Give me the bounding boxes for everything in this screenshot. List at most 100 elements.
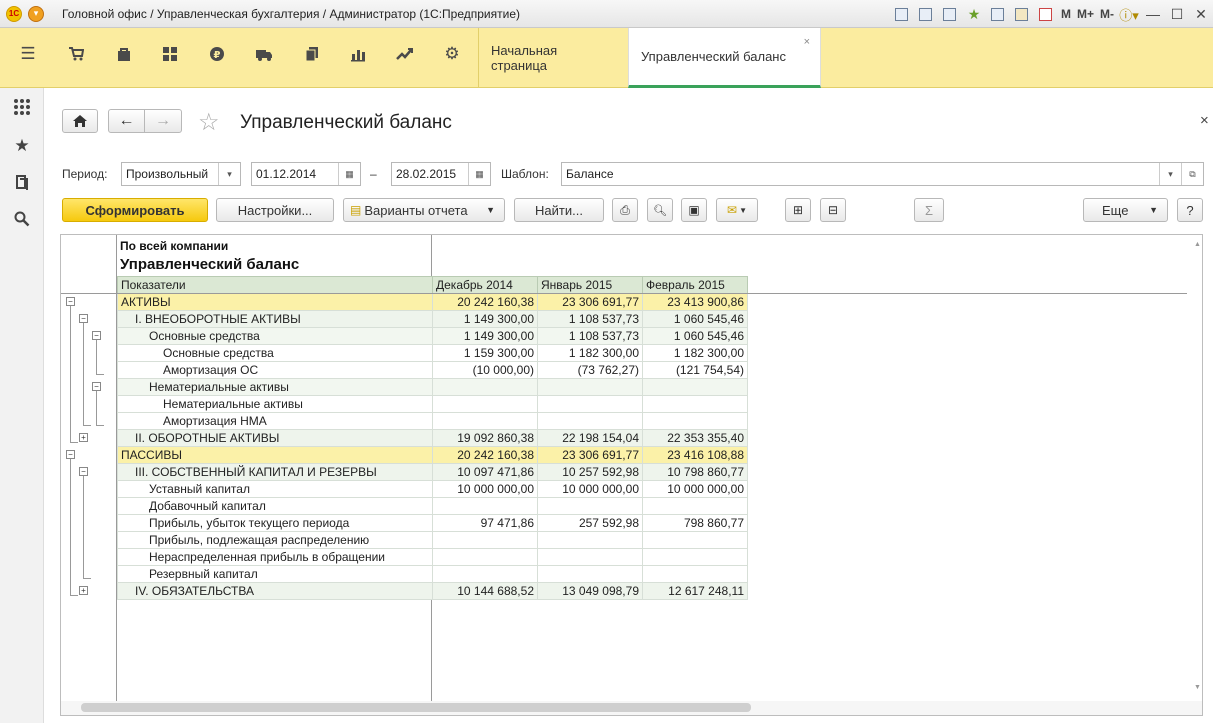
- table-row[interactable]: Прибыль, убыток текущего периода 97 471,8…: [117, 514, 748, 532]
- table-row[interactable]: III. СОБСТВЕННЫЙ КАПИТАЛ И РЕЗЕРВЫ 10 097…: [117, 463, 748, 481]
- home-button[interactable]: [62, 109, 98, 133]
- memory-button[interactable]: M: [1061, 7, 1071, 21]
- collapse-group-icon[interactable]: −: [92, 382, 101, 391]
- print-icon[interactable]: [916, 4, 936, 24]
- row-value: 1 149 300,00: [432, 327, 538, 345]
- menu-icon[interactable]: ☰: [16, 42, 40, 66]
- truck-icon[interactable]: [252, 42, 276, 66]
- tab-close-icon[interactable]: ×: [804, 36, 810, 48]
- svg-text:₽: ₽: [214, 50, 221, 61]
- collapse-group-icon[interactable]: −: [92, 331, 101, 340]
- search-icon[interactable]: [11, 208, 33, 230]
- scroll-up-icon[interactable]: ▲: [1194, 241, 1201, 248]
- print-button[interactable]: ⎙: [612, 198, 638, 222]
- generate-button[interactable]: Сформировать: [62, 198, 208, 222]
- dropdown-arrow-icon[interactable]: ▾: [1159, 163, 1181, 185]
- row-value: [642, 497, 748, 515]
- bag-icon[interactable]: [112, 42, 136, 66]
- open-icon[interactable]: ⧉: [1181, 163, 1203, 185]
- collapse-group-icon[interactable]: −: [79, 467, 88, 476]
- main-menu-icon[interactable]: ▾: [28, 5, 44, 22]
- table-row[interactable]: Прибыль, подлежащая распределению: [117, 531, 748, 549]
- expand-icon: ⊞: [792, 203, 804, 217]
- table-row[interactable]: IV. ОБЯЗАТЕЛЬСТВА 10 144 688,52 13 049 098…: [117, 582, 748, 600]
- find-button[interactable]: Найти...: [514, 198, 604, 222]
- table-row[interactable]: ПАССИВЫ 20 242 160,38 23 306 691,77 23 416 …: [117, 446, 748, 464]
- apps-icon[interactable]: [11, 96, 33, 118]
- dropdown-arrow-icon[interactable]: ▾: [218, 163, 240, 185]
- save-icon[interactable]: [892, 4, 912, 24]
- table-row[interactable]: Амортизация ОС (10 000,00) (73 762,27) (121…: [117, 361, 748, 379]
- preview-icon[interactable]: [940, 4, 960, 24]
- table-row[interactable]: Нераспределенная прибыль в обращении: [117, 548, 748, 566]
- page-title: Управленческий баланс: [240, 112, 452, 133]
- documents-icon[interactable]: [300, 42, 324, 66]
- favorite-star-icon[interactable]: ☆: [198, 108, 220, 137]
- calendar-icon[interactable]: ▦: [338, 163, 360, 185]
- send-mail-button[interactable]: ✉ ▼: [716, 198, 758, 222]
- maximize-icon[interactable]: ☐: [1165, 4, 1189, 24]
- grid-icon[interactable]: [158, 42, 182, 66]
- table-row[interactable]: Резервный капитал: [117, 565, 748, 583]
- table-row[interactable]: Добавочный капитал: [117, 497, 748, 515]
- info-icon[interactable]: ⓘ▾: [1119, 4, 1139, 24]
- preview-button[interactable]: 🔍︎: [647, 198, 673, 222]
- more-button[interactable]: Еще ▼: [1083, 198, 1168, 222]
- history-icon[interactable]: [11, 171, 33, 193]
- table-row[interactable]: II. ОБОРОТНЫЕ АКТИВЫ 19 092 860,38 22 198 …: [117, 429, 748, 447]
- favorites-icon[interactable]: ★: [964, 4, 984, 24]
- ruble-icon[interactable]: ₽: [205, 42, 229, 66]
- collapse-group-icon[interactable]: −: [79, 314, 88, 323]
- period-type-select[interactable]: Произвольный ▾: [121, 162, 241, 186]
- collapse-groups-button[interactable]: ⊟: [820, 198, 846, 222]
- report-variants-button[interactable]: ▤ Варианты отчета ▼: [343, 198, 505, 222]
- form-close-icon[interactable]: ×: [1200, 112, 1209, 129]
- back-button[interactable]: ←: [108, 109, 145, 133]
- scroll-down-icon[interactable]: ▼: [1194, 684, 1201, 691]
- forward-button[interactable]: →: [144, 109, 182, 133]
- memory-plus-button[interactable]: M+: [1077, 7, 1094, 21]
- collapse-group-icon[interactable]: −: [66, 297, 75, 306]
- period-type-value: Произвольный: [126, 167, 209, 181]
- date-to-field[interactable]: 28.02.2015 ▦: [391, 162, 491, 186]
- collapse-group-icon[interactable]: −: [66, 450, 75, 459]
- table-row[interactable]: Основные средства 1 159 300,00 1 182 300,0…: [117, 344, 748, 362]
- bar-chart-icon[interactable]: [346, 42, 370, 66]
- calculator-icon[interactable]: [1012, 4, 1032, 24]
- trend-icon[interactable]: [393, 42, 417, 66]
- cart-icon[interactable]: [64, 42, 88, 66]
- row-value: [642, 378, 748, 396]
- app-logo-icon[interactable]: 1С: [6, 5, 22, 22]
- sum-button[interactable]: Σ: [914, 198, 944, 222]
- close-window-icon[interactable]: ✕: [1189, 4, 1213, 24]
- calendar-icon[interactable]: [1036, 4, 1056, 24]
- tab-management-balance[interactable]: Управленческий баланс ×: [628, 28, 821, 88]
- table-row[interactable]: I. ВНЕОБОРОТНЫЕ АКТИВЫ 1 149 300,00 1 108 …: [117, 310, 748, 328]
- row-value: [537, 548, 643, 566]
- table-row[interactable]: Нематериальные активы: [117, 395, 748, 413]
- help-button[interactable]: ?: [1177, 198, 1203, 222]
- link-icon[interactable]: [988, 4, 1008, 24]
- tab-home[interactable]: Начальная страница: [478, 28, 628, 88]
- table-row[interactable]: АКТИВЫ 20 242 160,38 23 306 691,77 23 413 9…: [117, 293, 748, 311]
- report-spreadsheet[interactable]: По всей компании Управленческий баланс П…: [60, 234, 1203, 716]
- expand-group-icon[interactable]: +: [79, 433, 88, 442]
- row-label: II. ОБОРОТНЫЕ АКТИВЫ: [117, 429, 433, 447]
- settings-button[interactable]: Настройки...: [216, 198, 334, 222]
- table-row[interactable]: Нематериальные активы: [117, 378, 748, 396]
- minimize-icon[interactable]: —: [1141, 4, 1165, 24]
- table-row[interactable]: Основные средства 1 149 300,00 1 108 537,7…: [117, 327, 748, 345]
- expand-group-icon[interactable]: +: [79, 586, 88, 595]
- vertical-scrollbar[interactable]: ▲ ▼: [1194, 241, 1201, 691]
- expand-groups-button[interactable]: ⊞: [785, 198, 811, 222]
- star-icon[interactable]: ★: [11, 135, 33, 157]
- gear-icon[interactable]: ⚙: [440, 42, 464, 66]
- table-row[interactable]: Уставный капитал 10 000 000,00 10 000 000,…: [117, 480, 748, 498]
- memory-minus-button[interactable]: M-: [1100, 7, 1114, 21]
- calendar-icon[interactable]: ▦: [468, 163, 490, 185]
- date-from-field[interactable]: 01.12.2014 ▦: [251, 162, 361, 186]
- horizontal-scrollbar-thumb[interactable]: [81, 703, 751, 712]
- table-row[interactable]: Амортизация НМА: [117, 412, 748, 430]
- template-field[interactable]: Балансе ▾ ⧉: [561, 162, 1204, 186]
- save-button[interactable]: ▣: [681, 198, 707, 222]
